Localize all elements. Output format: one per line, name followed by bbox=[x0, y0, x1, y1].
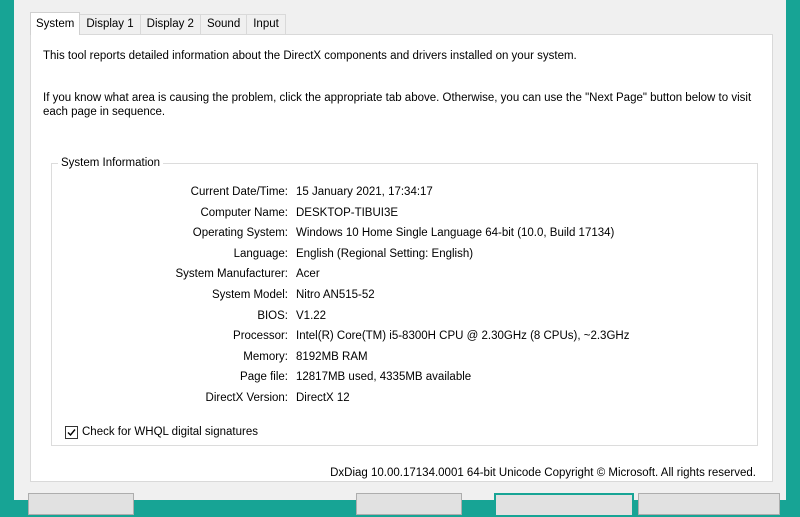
info-label: Current Date/Time: bbox=[190, 186, 288, 198]
previous-page-button[interactable] bbox=[356, 493, 462, 515]
info-label: Processor: bbox=[233, 330, 288, 343]
info-label: Memory: bbox=[243, 350, 288, 363]
whql-checkbox[interactable] bbox=[65, 425, 78, 439]
info-label: DirectX Version: bbox=[205, 391, 288, 404]
whql-check-option[interactable]: Check for WHQL digital signatures bbox=[65, 424, 258, 440]
info-row-directx-version: DirectX Version: DirectX 12 bbox=[52, 388, 757, 409]
tab-sound[interactable]: Sound bbox=[199, 14, 248, 34]
tab-display-2[interactable]: Display 2 bbox=[139, 14, 201, 34]
info-label: System Manufacturer: bbox=[175, 268, 288, 281]
info-label: Page file: bbox=[240, 371, 288, 384]
hint-text: If you know what area is causing the pro… bbox=[43, 92, 752, 118]
info-value: English (Regional Setting: English) bbox=[296, 247, 474, 260]
info-label: System Model: bbox=[211, 288, 288, 301]
info-value: Windows 10 Home Single Language 64-bit (… bbox=[296, 227, 615, 240]
info-label: Operating System: bbox=[192, 227, 288, 240]
info-label: BIOS: bbox=[257, 309, 288, 322]
info-row-bios: BIOS: V1.22 bbox=[52, 306, 757, 327]
info-value: 12817MB used, 4335MB available bbox=[296, 371, 472, 384]
info-row-processor: Processor: Intel(R) Core(TM) i5-8300H CPU… bbox=[52, 326, 757, 347]
copyright-text: DxDiag 10.00.17134.0001 64-bit Unicode C… bbox=[330, 467, 756, 479]
info-row-date-time: Current Date/Time: 15 January 2021, 17:34… bbox=[52, 182, 757, 203]
group-title: System Information bbox=[58, 156, 164, 170]
tab-input[interactable]: Input bbox=[246, 14, 286, 34]
info-row-language: Language: English (Regional Setting: Engl… bbox=[52, 244, 757, 265]
info-value: Acer bbox=[296, 268, 320, 281]
info-row-operating-system: Operating System: Windows 10 Home Single … bbox=[52, 223, 757, 244]
system-tab-panel: This tool reports detailed information a… bbox=[30, 34, 773, 482]
info-value: Nitro AN515-52 bbox=[296, 288, 375, 301]
checkmark-icon bbox=[67, 428, 76, 436]
info-row-memory: Memory: 8192MB RAM bbox=[52, 347, 757, 368]
info-row-computer-name: Computer Name: DESKTOP-TIBUI3E bbox=[52, 203, 757, 224]
info-row-system-model: System Model: Nitro AN515-52 bbox=[52, 285, 757, 306]
info-value: Intel(R) Core(TM) i5-8300H CPU @ 2.30GHz… bbox=[296, 330, 630, 343]
info-value: DirectX 12 bbox=[296, 391, 350, 404]
system-information-group: System Information Current Date/Time: 15 … bbox=[51, 156, 758, 446]
info-row-system-manufacturer: System Manufacturer: Acer bbox=[52, 264, 757, 285]
save-all-information-button[interactable] bbox=[638, 493, 780, 515]
intro-text: This tool reports detailed information a… bbox=[43, 50, 577, 62]
info-row-page-file: Page file: 12817MB used, 4335MB available bbox=[52, 367, 757, 388]
info-label: Computer Name: bbox=[200, 206, 288, 219]
tab-display-1[interactable]: Display 1 bbox=[79, 14, 141, 34]
help-button[interactable] bbox=[28, 493, 134, 515]
info-value: 8192MB RAM bbox=[296, 350, 368, 363]
dxdiag-window: System Display 1 Display 2 Sound Input T… bbox=[14, 0, 786, 517]
info-value: 15 January 2021, 17:34:17 bbox=[296, 186, 433, 198]
tab-system[interactable]: System bbox=[30, 12, 81, 35]
info-label: Language: bbox=[233, 247, 288, 260]
whql-label: Check for WHQL digital signatures bbox=[82, 426, 258, 438]
next-page-button[interactable] bbox=[494, 493, 634, 517]
info-value: DESKTOP-TIBUI3E bbox=[296, 206, 399, 219]
info-value: V1.22 bbox=[296, 309, 327, 322]
system-info-list: Current Date/Time: 15 January 2021, 17:34… bbox=[52, 182, 757, 409]
tab-strip: System Display 1 Display 2 Sound Input bbox=[30, 12, 286, 35]
